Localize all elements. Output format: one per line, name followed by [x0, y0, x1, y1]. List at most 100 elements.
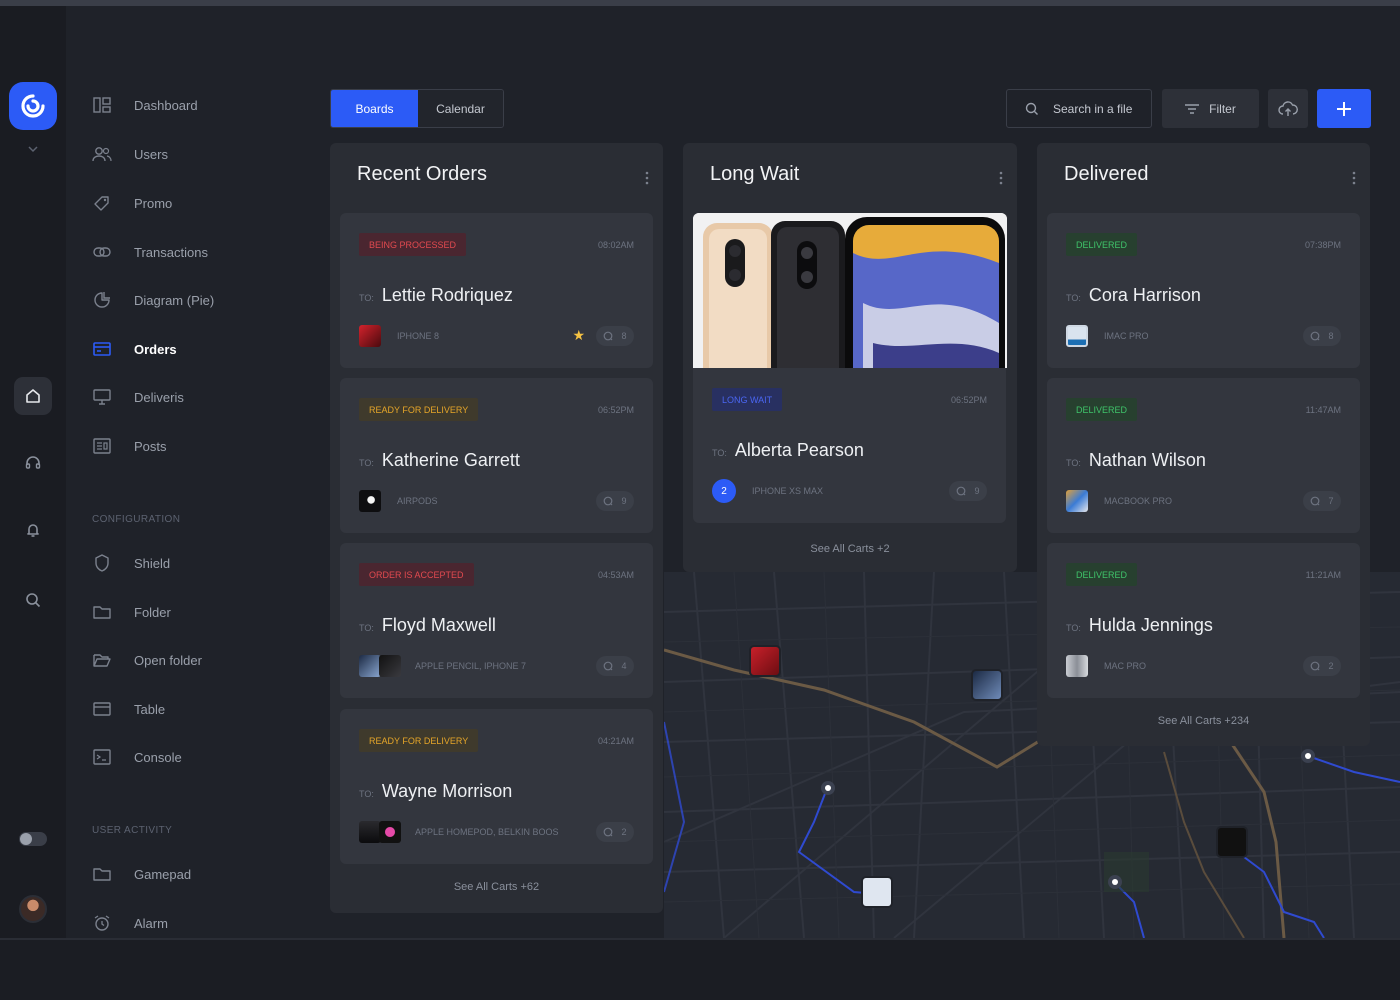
theme-toggle[interactable] — [19, 832, 47, 846]
search-icon — [1025, 102, 1038, 115]
search-icon[interactable] — [14, 581, 52, 619]
map-pin-iphone[interactable] — [749, 645, 781, 677]
sidebar-item-label: Posts — [134, 438, 167, 454]
sidebar-item-alarm[interactable]: Alarm — [92, 911, 168, 935]
order-time: 11:21AM — [1305, 570, 1341, 580]
order-card[interactable]: READY FOR DELIVERY 06:52PM TO: Katherine … — [340, 378, 653, 533]
comment-count[interactable]: 4 — [596, 656, 634, 676]
sidebar-item-dashboard[interactable]: Dashboard — [92, 93, 198, 117]
product-thumbnail — [379, 821, 401, 843]
star-icon[interactable]: ★ — [572, 327, 585, 344]
sidebar-item-table[interactable]: Table — [92, 697, 165, 721]
column-title: Recent Orders — [357, 163, 488, 185]
sidebar-item-folder[interactable]: Folder — [92, 600, 171, 624]
sidebar-item-label: Console — [134, 749, 182, 765]
recipient-name: Floyd Maxwell — [381, 615, 496, 635]
search-input[interactable]: Search in a file — [1006, 89, 1152, 128]
sidebar-item-label: Shield — [134, 555, 171, 571]
comment-count[interactable]: 2 — [1303, 656, 1341, 676]
filter-button[interactable]: Filter — [1162, 89, 1259, 128]
product-name: AIRPODS — [397, 496, 438, 506]
comment-count[interactable]: 8 — [596, 326, 634, 346]
order-card[interactable]: ORDER IS ACCEPTED 04:53AM TO: Floyd Maxwe… — [340, 543, 653, 698]
sidebar-item-open-folder[interactable]: Open folder — [92, 648, 202, 672]
sidebar-item-transactions[interactable]: Transactions — [92, 240, 208, 264]
comment-icon — [604, 331, 613, 341]
sidebar-item-shield[interactable]: Shield — [92, 551, 170, 575]
comment-count-value: 2 — [1328, 661, 1334, 671]
comment-count[interactable]: 9 — [596, 491, 634, 511]
sidebar-item-diagram[interactable]: Diagram (Pie) — [92, 288, 214, 312]
comment-count[interactable]: 9 — [949, 481, 987, 501]
deliveries-icon — [92, 387, 112, 407]
order-card[interactable]: BEING PROCESSED 08:02AM TO: Lettie Rodriq… — [340, 213, 653, 368]
support-icon[interactable] — [14, 444, 52, 482]
order-time: 04:21AM — [597, 736, 634, 746]
status-badge: READY FOR DELIVERY — [359, 398, 479, 421]
shield-icon — [92, 553, 112, 573]
filter-label: Filter — [1209, 101, 1236, 116]
to-label: TO: — [359, 623, 374, 633]
folder-icon — [92, 602, 112, 622]
product-thumbnail — [359, 490, 381, 512]
order-time: 08:02AM — [597, 240, 634, 250]
sidebar-item-label: Gamepad — [134, 866, 192, 882]
sidebar-item-posts[interactable]: Posts — [92, 434, 167, 458]
see-all-link[interactable]: See All Carts +62 — [330, 881, 663, 893]
product-image — [693, 213, 1007, 368]
comment-count-value: 8 — [1328, 331, 1334, 341]
comment-count[interactable]: 2 — [596, 822, 634, 842]
status-badge: ORDER IS ACCEPTED — [359, 563, 474, 586]
sidebar-item-users[interactable]: Users — [92, 142, 168, 166]
order-card[interactable]: READY FOR DELIVERY 04:21AM TO: Wayne Morr… — [340, 709, 653, 864]
sidebar-item-gamepad[interactable]: Gamepad — [92, 862, 191, 886]
order-card[interactable]: LONG WAIT 06:52PM TO: Alberta Pearson 2 I… — [693, 368, 1006, 523]
see-all-link[interactable]: See All Carts +2 — [683, 543, 1017, 555]
upload-button[interactable] — [1268, 89, 1308, 128]
chevron-down-icon[interactable] — [26, 142, 40, 156]
sidebar-item-console[interactable]: Console — [92, 745, 182, 769]
sidebar-item-deliveries[interactable]: Deliveris — [92, 385, 184, 409]
product-thumbnail — [1066, 325, 1088, 347]
comment-icon — [604, 661, 613, 671]
logo-icon[interactable] — [9, 82, 57, 130]
order-card[interactable]: DELIVERED 11:21AM TO: Hulda Jennings MAC … — [1047, 543, 1360, 698]
home-icon[interactable] — [14, 377, 52, 415]
order-card[interactable]: DELIVERED 11:47AM TO: Nathan Wilson MACBO… — [1047, 378, 1360, 533]
to-label: TO: — [1066, 293, 1081, 303]
more-icon[interactable] — [645, 171, 649, 185]
filter-icon — [1185, 103, 1200, 114]
config-heading: CONFIGURATION — [92, 514, 181, 525]
sidebar-item-label: Users — [134, 146, 168, 162]
order-time: 04:53AM — [597, 570, 634, 580]
sidebar-item-label: Alarm — [134, 915, 168, 931]
sidebar-item-label: Deliveris — [134, 389, 184, 405]
comment-count-value: 7 — [1328, 496, 1334, 506]
map-pin-imac[interactable] — [861, 876, 893, 908]
to-label: TO: — [359, 789, 374, 799]
tab-boards[interactable]: Boards — [331, 90, 418, 127]
orders-icon — [92, 339, 112, 359]
order-card[interactable]: DELIVERED 07:38PM TO: Cora Harrison IMAC … — [1047, 213, 1360, 368]
sidebar-item-promo[interactable]: Promo — [92, 191, 172, 215]
see-all-link[interactable]: See All Carts +234 — [1037, 715, 1370, 727]
recipient-name: Katherine Garrett — [381, 450, 520, 470]
avatar[interactable] — [19, 895, 47, 923]
comment-count[interactable]: 7 — [1303, 491, 1341, 511]
comment-count[interactable]: 8 — [1303, 326, 1341, 346]
to-label: TO: — [1066, 458, 1081, 468]
map-pin-pencil[interactable] — [971, 669, 1003, 701]
recipient-name: Wayne Morrison — [381, 781, 513, 801]
sidebar-item-label: Dashboard — [134, 97, 198, 113]
product-thumbnails — [359, 821, 401, 843]
bell-icon[interactable] — [14, 511, 52, 549]
product-thumbnail — [1066, 655, 1088, 677]
more-icon[interactable] — [999, 171, 1003, 185]
more-icon[interactable] — [1352, 171, 1356, 185]
map-pin-macpro[interactable] — [1216, 826, 1248, 858]
status-badge: LONG WAIT — [712, 388, 783, 411]
tab-calendar[interactable]: Calendar — [418, 90, 503, 127]
add-button[interactable] — [1317, 89, 1371, 128]
product-thumbnail — [359, 325, 381, 347]
sidebar-item-orders[interactable]: Orders — [92, 337, 177, 361]
